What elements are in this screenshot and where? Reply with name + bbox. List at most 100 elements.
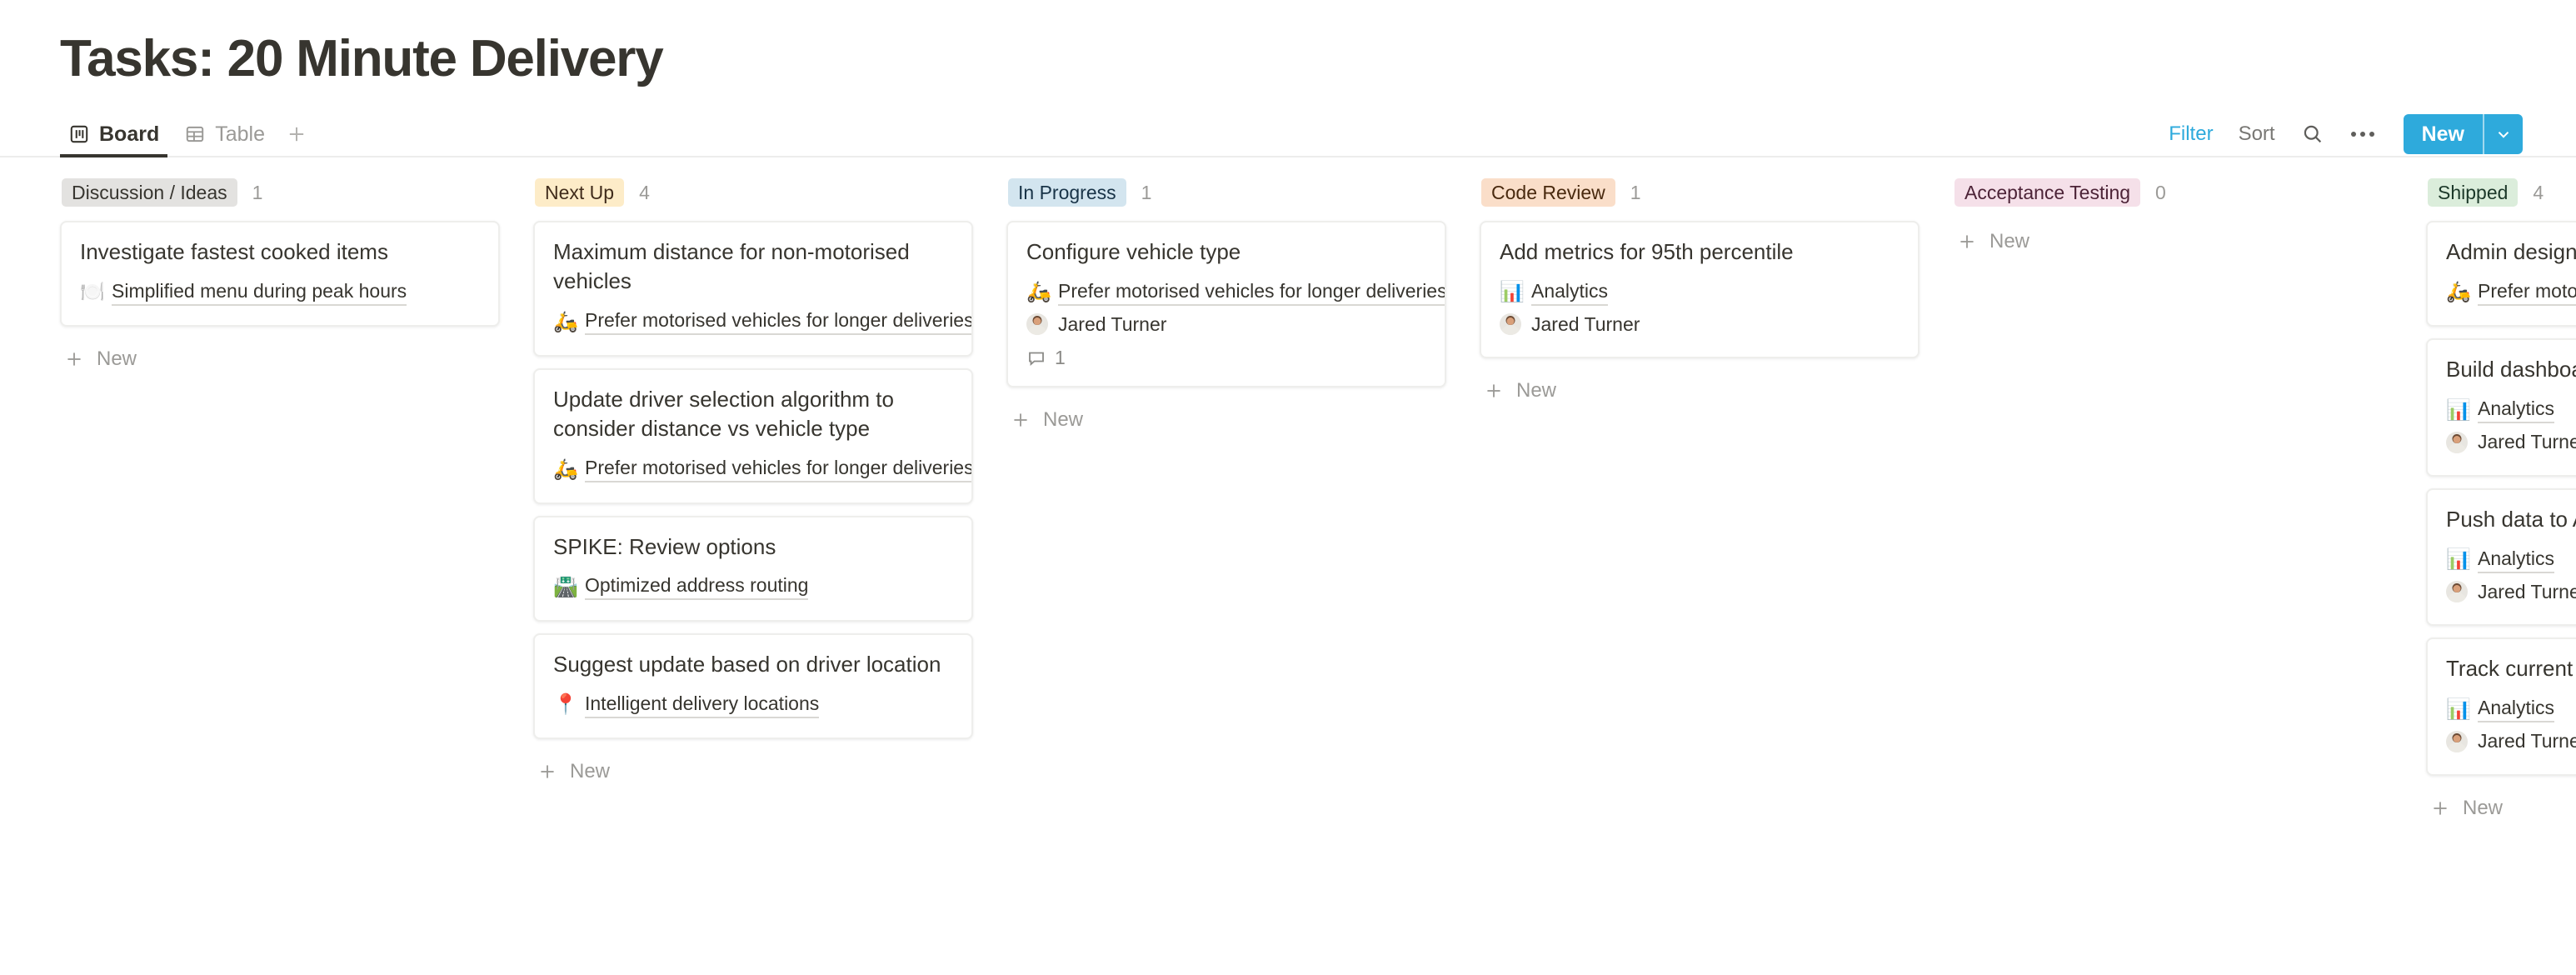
board-column: Discussion / Ideas 1 Investigate fastest c… [60, 176, 500, 380]
search-icon[interactable] [2299, 120, 2327, 148]
add-card-label: New [570, 760, 611, 783]
comment-count-label: 1 [1055, 347, 1066, 369]
plus-icon [2429, 798, 2451, 819]
card-relation-property[interactable]: 📊 Analytics [1500, 277, 1900, 308]
avatar [1026, 313, 1048, 336]
plus-icon [63, 348, 85, 370]
board-card[interactable]: Build dashboards 📊 Analytics Jared Turner [2426, 338, 2576, 477]
person-name: Jared Turner [2478, 431, 2576, 453]
add-card-button[interactable]: New [533, 751, 973, 792]
add-card-button[interactable]: New [1480, 370, 1920, 412]
card-person-property[interactable]: Jared Turner [1500, 308, 1900, 340]
card-relation-property[interactable]: 📊 Analytics [2446, 694, 2576, 726]
card-title: Push data to Analytics [2446, 506, 2576, 532]
card-relation-property[interactable]: 🛵 Prefer motorised vehicles for longer de… [2446, 277, 2576, 308]
sort-button[interactable]: Sort [2237, 121, 2277, 148]
tab-board[interactable]: Board [60, 111, 168, 158]
add-card-button[interactable]: New [2426, 788, 2576, 829]
card-person-property[interactable]: Jared Turner [1026, 308, 1426, 340]
relation-link[interactable]: Prefer motorised vehicles for longer del… [2478, 280, 2576, 306]
relation-link[interactable]: Analytics [2478, 398, 2555, 424]
card-relation-property[interactable]: 📍 Intelligent delivery locations [553, 689, 953, 721]
relation-emoji-icon: 📍 [553, 693, 578, 717]
relation-emoji-icon: 🛵 [2446, 281, 2471, 304]
column-card-count: 0 [2155, 181, 2166, 203]
board-card[interactable]: Maximum distance for non-motorised vehic… [533, 221, 973, 357]
board-column: Shipped 4 Admin designs 🛵 Prefer motorised v… [2426, 176, 2576, 828]
board-card[interactable]: Update driver selection algorithm to con… [533, 368, 973, 504]
tab-table-label: Table [215, 122, 265, 146]
card-title: Investigate fastest cooked items [80, 239, 388, 265]
board-card[interactable]: Push data to Analytics 📊 Analytics Jared Tu… [2426, 488, 2576, 627]
relation-link[interactable]: Prefer motorised vehicles for longer del… [585, 457, 971, 483]
relation-emoji-icon: 🛵 [1026, 281, 1051, 304]
card-relation-property[interactable]: 🛵 Prefer motorised vehicles for longer de… [553, 307, 971, 338]
add-card-label: New [2463, 796, 2504, 819]
column-header[interactable]: Next Up 4 [533, 176, 973, 209]
relation-link[interactable]: Prefer motorised vehicles for longer del… [1058, 280, 1445, 306]
table-icon [184, 123, 206, 145]
board-card[interactable]: Add metrics for 95th percentile 📊 Analytic… [1480, 221, 1920, 359]
new-button-label: New [2421, 122, 2464, 146]
relation-link[interactable]: Analytics [2478, 697, 2555, 723]
more-options-icon[interactable] [2349, 120, 2377, 148]
card-relation-property[interactable]: 🛵 Prefer motorised vehicles for longer de… [1026, 277, 1445, 308]
add-view-button[interactable] [282, 119, 312, 149]
card-person-property[interactable]: Jared Turner [2446, 576, 2576, 608]
column-status-pill: Code Review [1481, 178, 1615, 208]
add-card-button[interactable]: New [60, 338, 500, 380]
board-card[interactable]: Suggest update based on driver location 📍… [533, 632, 973, 740]
relation-link[interactable]: Analytics [2478, 548, 2555, 573]
chevron-down-icon[interactable] [2483, 114, 2523, 155]
card-title: Configure vehicle type [1026, 239, 1241, 265]
column-header[interactable]: In Progress 1 [1006, 176, 1446, 209]
plus-icon [537, 761, 558, 782]
tab-table[interactable]: Table [176, 111, 273, 158]
new-button[interactable]: New [2403, 114, 2523, 155]
board-column: Code Review 1 Add metrics for 95th percent… [1480, 176, 1920, 412]
card-relation-property[interactable]: 🍽️ Simplified menu during peak hours [80, 277, 480, 308]
card-title: Update driver selection algorithm to con… [553, 386, 894, 442]
relation-emoji-icon: 📊 [2446, 698, 2471, 721]
card-relation-property[interactable]: 📊 Analytics [2446, 395, 2576, 427]
board-card[interactable]: SPIKE: Review options 🛣️ Optimized address… [533, 515, 973, 622]
card-person-property[interactable]: Jared Turner [2446, 427, 2576, 458]
column-header[interactable]: Acceptance Testing 0 [1953, 176, 2393, 209]
board-card[interactable]: Track current delivery times 📊 Analytics Ja… [2426, 638, 2576, 776]
relation-link[interactable]: Intelligent delivery locations [585, 692, 820, 718]
board-card[interactable]: Admin designs 🛵 Prefer motorised vehicles … [2426, 221, 2576, 328]
relation-emoji-icon: 📊 [2446, 548, 2471, 572]
relation-emoji-icon: 🍽️ [80, 281, 105, 304]
card-relation-property[interactable]: 📊 Analytics [2446, 544, 2576, 576]
relation-link[interactable]: Simplified menu during peak hours [112, 280, 407, 306]
add-card-label: New [1043, 408, 1084, 432]
board-card[interactable]: Investigate fastest cooked items 🍽️ Simpli… [60, 221, 500, 328]
board-toolbar: Filter Sort New [2167, 114, 2523, 155]
relation-link[interactable]: Prefer motorised vehicles for longer del… [585, 309, 971, 336]
board-column: In Progress 1 Configure vehicle type 🛵 Prefe… [1006, 176, 1446, 441]
add-card-button[interactable]: New [1953, 221, 2393, 262]
relation-emoji-icon: 📊 [2446, 398, 2471, 422]
add-card-button[interactable]: New [1006, 399, 1446, 441]
column-header[interactable]: Code Review 1 [1480, 176, 1920, 209]
board-card[interactable]: Configure vehicle type 🛵 Prefer motorised … [1006, 221, 1446, 388]
column-header[interactable]: Discussion / Ideas 1 [60, 176, 500, 209]
column-header[interactable]: Shipped 4 [2426, 176, 2576, 209]
board-column: Next Up 4 Maximum distance for non-motoris… [533, 176, 973, 792]
relation-link[interactable]: Analytics [1531, 280, 1609, 306]
card-title: Build dashboards [2446, 357, 2576, 382]
column-card-count: 4 [639, 181, 650, 203]
card-title: Admin designs [2446, 239, 2576, 265]
filter-button[interactable]: Filter [2167, 121, 2214, 148]
avatar [1500, 313, 1521, 336]
add-card-label: New [1516, 379, 1557, 402]
card-person-property[interactable]: Jared Turner [2446, 726, 2576, 758]
plus-icon [1956, 231, 1978, 252]
person-name: Jared Turner [1058, 312, 1167, 335]
card-title: SPIKE: Review options [553, 533, 776, 559]
card-relation-property[interactable]: 🛵 Prefer motorised vehicles for longer de… [553, 454, 971, 486]
relation-link[interactable]: Optimized address routing [585, 574, 809, 601]
card-relation-property[interactable]: 🛣️ Optimized address routing [553, 572, 953, 603]
column-status-pill: Discussion / Ideas [62, 178, 237, 208]
card-comment-count[interactable]: 1 [1026, 347, 1426, 369]
